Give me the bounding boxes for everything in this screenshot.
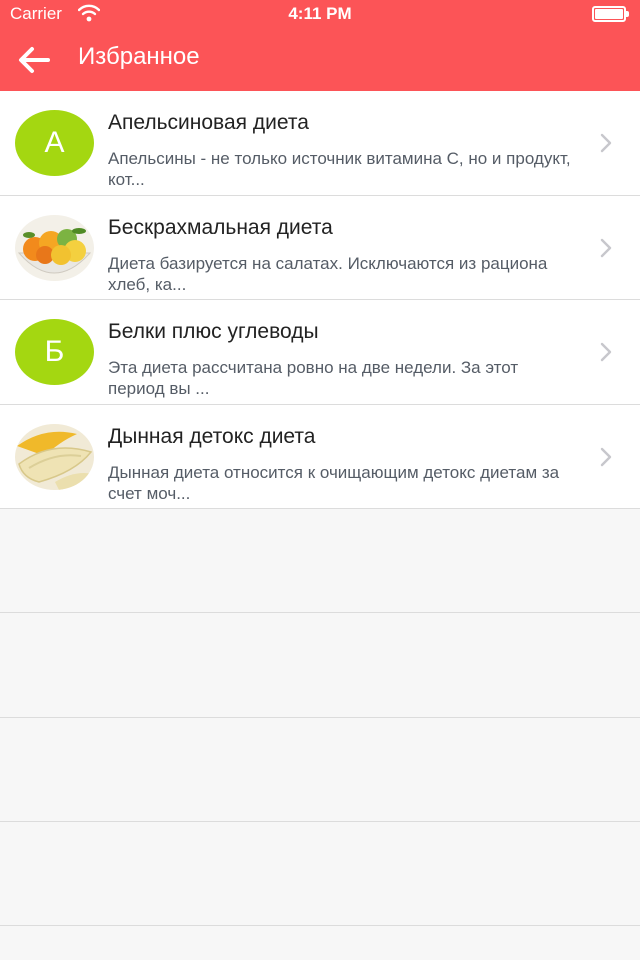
- list-item[interactable]: Б Белки плюс углеводы Эта диета рассчита…: [0, 300, 640, 405]
- back-button[interactable]: [14, 42, 64, 78]
- item-description: Диета базируется на салатах. Исключаются…: [108, 253, 548, 294]
- status-bar: Carrier 4:11 PM: [0, 0, 640, 28]
- battery-level-fill: [595, 9, 623, 19]
- empty-row: [0, 822, 640, 927]
- chevron-right-icon: [600, 447, 612, 466]
- item-description: Апельсины - не только источник витамина …: [108, 149, 571, 189]
- empty-row: [0, 718, 640, 822]
- battery-icon: [592, 6, 630, 22]
- list-item[interactable]: Бескрахмальная диета Диета базируется на…: [0, 195, 640, 300]
- list-item[interactable]: А Апельсиновая диета Апельсины - не толь…: [0, 91, 640, 196]
- favorites-list: А Апельсиновая диета Апельсины - не толь…: [0, 91, 640, 509]
- empty-list-area: [0, 509, 640, 927]
- letter-avatar: Б: [15, 319, 94, 385]
- item-title: Апельсиновая диета: [108, 111, 309, 134]
- chevron-right-icon: [600, 342, 612, 362]
- header: Carrier 4:11 PM Избранное: [0, 0, 640, 91]
- page-title: Избранное: [78, 43, 200, 70]
- chevron-right-icon: [600, 133, 612, 153]
- item-title: Бескрахмальная диета: [108, 215, 333, 239]
- item-title: Дынная детокс диета: [108, 424, 316, 448]
- empty-row: [0, 613, 640, 718]
- status-time: 4:11 PM: [288, 4, 352, 23]
- item-title: Белки плюс углеводы: [108, 320, 319, 343]
- chevron-right-icon: [600, 238, 612, 257]
- list-item[interactable]: Дынная детокс диета Дынная диета относит…: [0, 404, 640, 509]
- item-description: Эта диета рассчитана ровно на две недели…: [108, 358, 519, 398]
- nav-bar: Избранное: [0, 28, 640, 91]
- melon-slices-photo: [15, 423, 94, 490]
- item-description: Дынная диета относится к очищающим деток…: [108, 462, 560, 503]
- empty-row: [0, 509, 640, 614]
- arrow-left-icon: [19, 47, 50, 73]
- letter-avatar: А: [15, 110, 94, 176]
- fruit-bowl-photo: [15, 214, 94, 281]
